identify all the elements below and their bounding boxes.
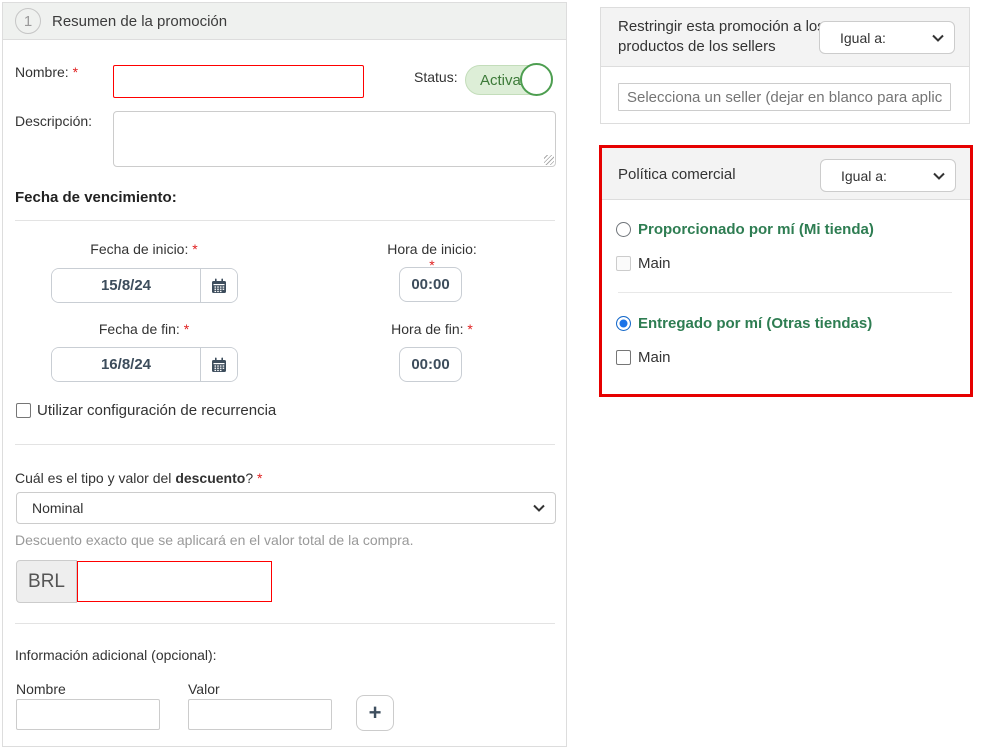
start-time-input[interactable] bbox=[399, 267, 462, 302]
discount-type-value: Nominal bbox=[32, 500, 83, 516]
start-date-group bbox=[51, 268, 238, 303]
required-asterisk: * bbox=[257, 470, 262, 486]
other-stores-option-label: Entregado por mí (Otras tiendas) bbox=[638, 315, 872, 332]
chevron-down-icon bbox=[933, 172, 945, 180]
my-store-main-checkbox[interactable] bbox=[616, 256, 631, 271]
section-divider bbox=[15, 220, 555, 221]
toggle-knob[interactable] bbox=[520, 63, 553, 96]
other-stores-main-label: Main bbox=[638, 349, 671, 366]
seller-search-input[interactable] bbox=[618, 83, 951, 111]
additional-value-label: Valor bbox=[188, 681, 220, 697]
required-asterisk: * bbox=[73, 64, 78, 80]
my-store-main-label: Main bbox=[638, 255, 671, 272]
textarea-resize-handle[interactable] bbox=[544, 155, 554, 165]
discount-value-input[interactable] bbox=[77, 561, 272, 602]
end-date-label: Fecha de fin: * bbox=[51, 321, 237, 337]
discount-question-label: Cuál es el tipo y valor del descuento? * bbox=[15, 470, 262, 486]
end-time-input[interactable] bbox=[399, 347, 462, 382]
add-info-button[interactable]: + bbox=[356, 695, 394, 731]
name-input[interactable] bbox=[113, 65, 364, 98]
chevron-down-icon bbox=[932, 34, 944, 42]
recurrence-label: Utilizar configuración de recurrencia bbox=[37, 402, 276, 419]
start-date-calendar-button[interactable] bbox=[200, 269, 237, 302]
other-stores-radio[interactable] bbox=[616, 316, 631, 331]
sellers-box-title: Restringir esta promoción a los producto… bbox=[618, 17, 843, 57]
panel-header: 1 Resumen de la promoción bbox=[3, 3, 566, 40]
panel-title: Resumen de la promoción bbox=[52, 13, 227, 30]
status-toggle[interactable]: Activa bbox=[465, 65, 551, 95]
expiry-heading: Fecha de vencimiento: bbox=[15, 189, 177, 206]
start-date-input[interactable] bbox=[52, 269, 200, 302]
discount-help-text: Descuento exacto que se aplicará en el v… bbox=[15, 532, 413, 548]
recurrence-checkbox[interactable] bbox=[16, 403, 31, 418]
sellers-box-header: Restringir esta promoción a los producto… bbox=[601, 8, 969, 67]
trade-policy-operator-select[interactable]: Igual a: bbox=[820, 159, 956, 192]
name-label: Nombre: * bbox=[15, 64, 78, 80]
options-divider bbox=[618, 292, 952, 293]
end-date-calendar-button[interactable] bbox=[200, 348, 237, 381]
additional-value-input[interactable] bbox=[188, 699, 332, 730]
step-number-badge: 1 bbox=[15, 8, 41, 34]
required-asterisk: * bbox=[192, 241, 197, 257]
currency-addon: BRL bbox=[16, 560, 77, 603]
trade-policy-box: Política comercial Igual a: Proporcionad… bbox=[599, 145, 973, 397]
other-stores-main-checkbox[interactable] bbox=[616, 350, 631, 365]
promotion-summary-panel: 1 Resumen de la promoción Nombre: * Stat… bbox=[2, 2, 567, 747]
required-asterisk: * bbox=[184, 321, 189, 337]
required-asterisk: * bbox=[467, 321, 472, 337]
description-label: Descripción: bbox=[15, 113, 92, 129]
end-date-group bbox=[51, 347, 238, 382]
sellers-operator-select[interactable]: Igual a: bbox=[819, 21, 955, 54]
discount-type-select[interactable]: Nominal bbox=[16, 492, 556, 524]
trade-policy-header: Política comercial Igual a: bbox=[602, 148, 970, 200]
sellers-operator-value: Igual a: bbox=[840, 30, 886, 46]
plus-icon: + bbox=[369, 700, 382, 726]
status-toggle-label: Activa bbox=[480, 72, 521, 89]
calendar-icon bbox=[211, 278, 227, 294]
status-label: Status: bbox=[414, 69, 458, 85]
section-divider bbox=[15, 623, 555, 624]
end-time-label: Hora de fin: * bbox=[384, 321, 480, 337]
additional-info-label: Información adicional (opcional): bbox=[15, 647, 217, 663]
sellers-restriction-box: Restringir esta promoción a los producto… bbox=[600, 7, 970, 124]
additional-name-input[interactable] bbox=[16, 699, 160, 730]
chevron-down-icon bbox=[533, 504, 545, 512]
my-store-option-label: Proporcionado por mí (Mi tienda) bbox=[638, 221, 874, 238]
my-store-radio[interactable] bbox=[616, 222, 631, 237]
calendar-icon bbox=[211, 357, 227, 373]
start-date-label: Fecha de inicio: * bbox=[51, 241, 237, 257]
trade-policy-title: Política comercial bbox=[618, 166, 736, 183]
additional-name-label: Nombre bbox=[16, 681, 66, 697]
description-textarea[interactable] bbox=[113, 111, 556, 167]
end-date-input[interactable] bbox=[52, 348, 200, 381]
section-divider bbox=[15, 444, 555, 445]
trade-policy-operator-value: Igual a: bbox=[841, 168, 887, 184]
